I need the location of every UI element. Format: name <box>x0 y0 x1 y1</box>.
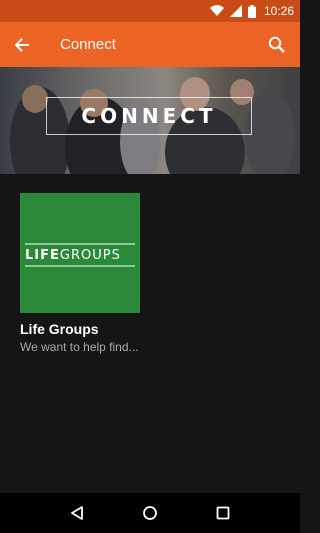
card-title: Life Groups <box>20 321 99 337</box>
thumb-label: LIFEGROUPS <box>25 248 121 263</box>
nav-home-icon <box>143 506 157 520</box>
search-icon <box>268 36 285 53</box>
battery-icon <box>247 4 256 18</box>
nav-recents-icon <box>216 506 230 520</box>
hero-title-box: CONNECT <box>46 97 252 135</box>
back-button[interactable] <box>0 22 44 67</box>
card-subtitle: We want to help find... <box>20 340 139 354</box>
life-groups-card[interactable]: LIFEGROUPS Life Groups We want to help f… <box>20 193 140 354</box>
wifi-icon <box>209 5 224 17</box>
nav-home-button[interactable] <box>130 493 170 533</box>
signal-icon <box>229 5 242 17</box>
hero-banner[interactable]: CONNECT <box>0 67 300 174</box>
nav-back-button[interactable] <box>57 493 97 533</box>
status-time: 10:26 <box>263 4 294 18</box>
system-nav-bar <box>0 493 300 533</box>
page-title: Connect <box>60 36 116 53</box>
status-bar: 10:26 <box>0 0 300 22</box>
arrow-back-icon <box>14 37 29 52</box>
hero-photo-shape <box>245 92 295 174</box>
thumb-label-light: GROUPS <box>59 248 121 263</box>
card-thumbnail: LIFEGROUPS <box>20 193 140 313</box>
hero-title: CONNECT <box>81 104 217 128</box>
search-button[interactable] <box>252 22 300 67</box>
nav-back-icon <box>70 506 83 520</box>
nav-recents-button[interactable] <box>203 493 243 533</box>
app-bar: Connect <box>0 22 300 67</box>
thumb-label-bold: LIFE <box>25 248 60 263</box>
hero-photo-shape <box>22 85 48 113</box>
